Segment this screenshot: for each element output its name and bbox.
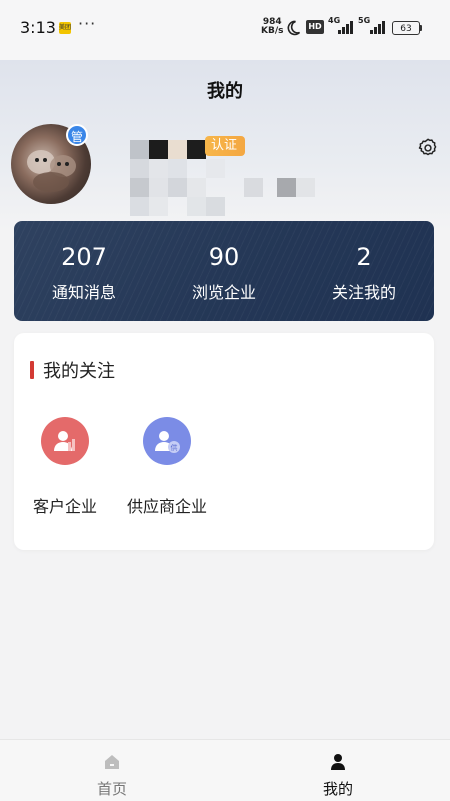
- network-speed-unit: KB/s: [261, 26, 284, 36]
- app-notification-icon: 美团: [59, 22, 71, 34]
- tab-home[interactable]: 首页: [32, 740, 192, 801]
- stat-notifications[interactable]: 207 通知消息: [14, 239, 154, 307]
- tab-mine[interactable]: 我的: [258, 740, 418, 801]
- battery-tip: [420, 25, 422, 31]
- do-not-disturb-icon: [287, 20, 301, 36]
- stats-card: 207 通知消息 90 浏览企业 2 关注我的: [14, 221, 434, 321]
- stat-browsed-companies[interactable]: 90 浏览企业: [154, 239, 294, 307]
- verified-badge: 认证: [205, 136, 246, 156]
- battery-icon: 63: [392, 21, 420, 35]
- stat-label: 通知消息: [51, 283, 116, 302]
- stat-value: 207: [61, 243, 107, 271]
- stat-label: 浏览企业: [191, 283, 256, 302]
- network-speed: 984 KB/s: [261, 18, 283, 36]
- tab-label: 首页: [96, 780, 127, 798]
- follow-item-supplier[interactable]: 供 供应商企业: [112, 417, 222, 517]
- follow-item-customer[interactable]: 客户企业: [10, 417, 120, 517]
- status-bar: 3:13 美团 ··· 984 KB/s HD 4G 5G 63: [0, 0, 450, 60]
- status-time: 3:13: [20, 18, 56, 37]
- customer-company-icon: [41, 417, 89, 465]
- stat-value: 90: [208, 243, 240, 271]
- follow-item-label: 客户企业: [32, 497, 97, 516]
- person-icon: [331, 754, 345, 770]
- section-title: 我的关注: [43, 361, 115, 382]
- more-notifications-icon: ···: [78, 14, 97, 33]
- signal-5g-label: 5G: [358, 16, 371, 25]
- gear-icon[interactable]: [417, 137, 439, 159]
- svg-text:供: 供: [171, 443, 178, 452]
- home-icon: [105, 755, 119, 769]
- stat-value: 2: [356, 243, 372, 271]
- my-follows-card: 我的关注 客户企业 供 供应商企业: [14, 333, 434, 550]
- stat-label: 关注我的: [331, 283, 396, 302]
- follow-item-label: 供应商企业: [126, 497, 207, 516]
- tab-label: 我的: [322, 780, 353, 798]
- page-title: 我的: [207, 81, 243, 102]
- bottom-tab-bar: 首页 我的: [0, 739, 450, 801]
- admin-badge: 管: [66, 124, 88, 146]
- section-accent-bar: [30, 361, 34, 379]
- signal-5g-icon: [370, 20, 386, 34]
- supplier-company-icon: 供: [143, 417, 191, 465]
- signal-4g-icon: [338, 20, 354, 34]
- stat-followers[interactable]: 2 关注我的: [294, 239, 434, 307]
- hd-voice-icon: HD: [306, 20, 324, 34]
